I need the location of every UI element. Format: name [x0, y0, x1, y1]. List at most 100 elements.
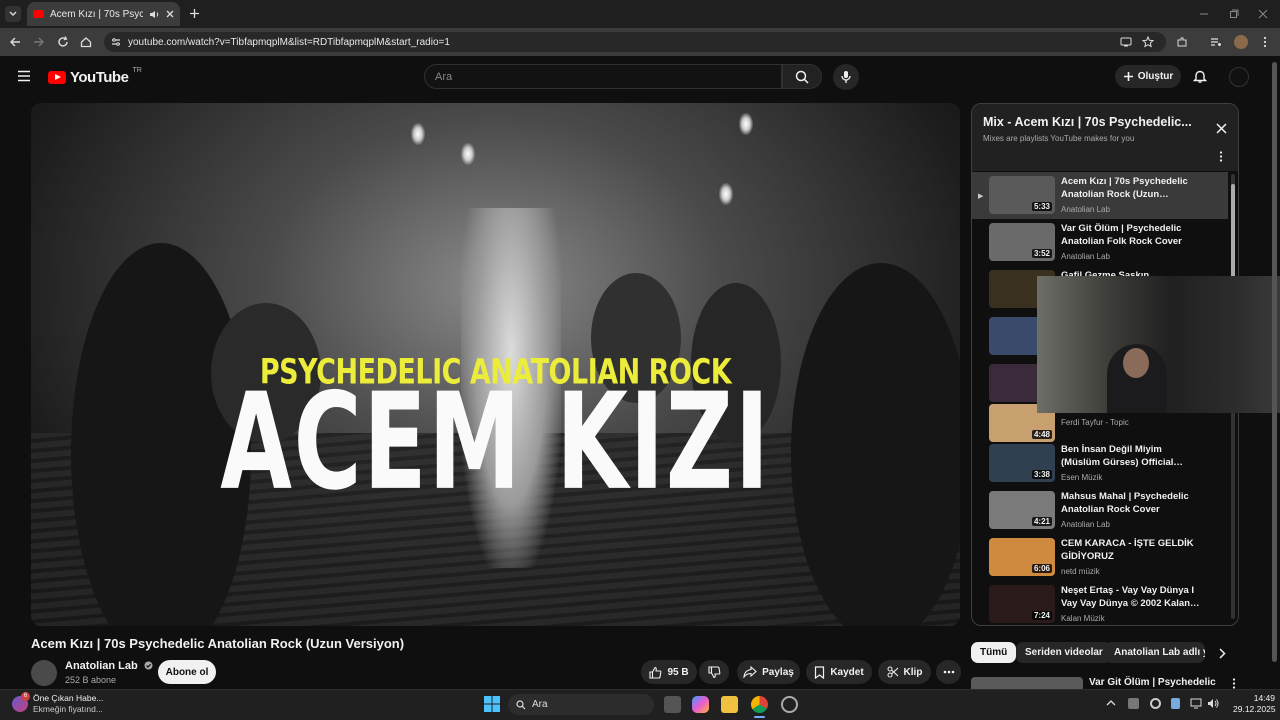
hamburger-menu-icon[interactable]	[17, 70, 31, 82]
cast-icon[interactable]	[1120, 36, 1132, 48]
task-view-icon[interactable]	[664, 696, 681, 713]
channel-name[interactable]: Anatolian Lab	[65, 660, 153, 672]
address-bar[interactable]: youtube.com/watch?v=TibfapmqplM&list=RDT…	[104, 32, 1166, 52]
forward-arrow-icon[interactable]	[33, 36, 45, 48]
extensions-icon[interactable]	[1176, 36, 1188, 48]
playlist-item-channel: Anatolian Lab	[1061, 205, 1110, 214]
news-badge: 6	[21, 692, 30, 701]
audio-playing-icon[interactable]	[149, 10, 160, 19]
below-thumbnail[interactable]	[971, 677, 1083, 689]
search-button[interactable]	[782, 64, 822, 89]
reload-icon[interactable]	[57, 36, 69, 48]
chip-uploader[interactable]: Anatolian Lab adlı yük	[1105, 642, 1205, 663]
taskbar-search[interactable]: Ara	[508, 694, 654, 715]
playlist-item[interactable]: 6:06 CEM KARACA - İŞTE GELDİK GİDİYORUZ …	[972, 534, 1228, 581]
playlist-menu-icon[interactable]	[1219, 151, 1223, 162]
network-icon[interactable]	[1190, 698, 1202, 709]
plus-icon	[1123, 72, 1133, 81]
channel-avatar[interactable]	[31, 660, 57, 686]
url-text: youtube.com/watch?v=TibfapmqplM&list=RDT…	[128, 36, 450, 48]
playlist-item[interactable]: 3:52 Var Git Ölüm | Psychedelic Anatolia…	[972, 219, 1228, 266]
duration-badge: 4:21	[1031, 517, 1052, 526]
youtube-logo[interactable]: YouTube TR	[48, 67, 142, 86]
below-item-title[interactable]: Var Git Ölüm | Psychedelic	[1089, 677, 1216, 688]
minimize-icon[interactable]	[1199, 9, 1209, 19]
dislike-button[interactable]	[699, 660, 729, 684]
youtube-favicon-icon	[33, 10, 44, 18]
page-scrollbar[interactable]	[1272, 62, 1277, 692]
news-widget[interactable]: Öne Çıkan Habe... Ekmeğin fiyatınd...	[33, 693, 103, 715]
more-actions-button[interactable]	[936, 660, 961, 684]
playlist-item[interactable]: 3:38 Ben İnsan Değil Miyim (Müslüm Gürse…	[972, 440, 1228, 487]
playlist-header: Mix - Acem Kızı | 70s Psychedelic... Mix…	[972, 104, 1238, 171]
video-lamp	[411, 123, 425, 145]
file-explorer-icon[interactable]	[721, 696, 738, 713]
video-lamp	[739, 113, 753, 135]
playlist-item-title: Var Git Ölüm | Psychedelic Anatolian Fol…	[1061, 223, 1182, 247]
duration-badge: 6:06	[1031, 564, 1052, 573]
tray-icon[interactable]	[1150, 698, 1161, 709]
duration-badge: 4:48	[1031, 430, 1052, 439]
tray-icon[interactable]	[1128, 698, 1139, 709]
tray-icon[interactable]	[1171, 698, 1180, 709]
clip-button[interactable]: Klip	[878, 660, 931, 684]
youtube-play-logo-icon	[48, 71, 66, 84]
site-settings-icon[interactable]	[111, 37, 121, 47]
clock-time: 14:49	[1253, 693, 1275, 703]
notifications-bell-icon[interactable]	[1193, 69, 1207, 84]
user-avatar[interactable]	[1229, 67, 1249, 87]
video-player[interactable]: PSYCHEDELIC ANATOLIAN ROCK ACEM KIZI	[31, 103, 960, 626]
windows-start-icon[interactable]	[484, 696, 500, 712]
browser-profile-avatar[interactable]	[1234, 35, 1248, 49]
webcam-face	[1123, 348, 1149, 378]
share-arrow-icon	[743, 666, 757, 678]
page-scrollbar-thumb[interactable]	[1272, 62, 1277, 662]
subscriber-count: 252 B abone	[65, 675, 117, 685]
create-label: Oluştur	[1137, 71, 1174, 82]
copilot-icon[interactable]	[692, 696, 709, 713]
playlist-item[interactable]: 4:21 Mahsus Mahal | Psychedelic Anatolia…	[972, 487, 1228, 534]
like-button[interactable]: 95 B	[641, 660, 697, 684]
subscribe-button[interactable]: Abone ol	[158, 660, 216, 684]
browser-tab-active[interactable]: Acem Kızı | 70s Psychedelic	[27, 2, 180, 26]
chevron-right-icon[interactable]	[1218, 648, 1226, 659]
below-item-menu-icon[interactable]	[1232, 678, 1236, 689]
playlist-title[interactable]: Mix - Acem Kızı | 70s Psychedelic...	[983, 115, 1192, 129]
close-icon[interactable]	[1216, 123, 1227, 134]
chip-series[interactable]: Seriden videolar	[1016, 642, 1112, 663]
save-button[interactable]: Kaydet	[806, 660, 872, 684]
tab-close-icon[interactable]	[166, 10, 174, 18]
chrome-icon[interactable]	[751, 696, 768, 713]
back-arrow-icon[interactable]	[9, 36, 21, 48]
volume-icon[interactable]	[1207, 698, 1220, 709]
app-icon[interactable]	[781, 696, 798, 713]
new-tab-icon[interactable]	[189, 8, 200, 19]
news-subtitle: Ekmeğin fiyatınd...	[33, 704, 103, 714]
share-button[interactable]: Paylaş	[737, 660, 800, 684]
tab-search-button[interactable]	[5, 6, 21, 22]
playlist-item[interactable]: ▶ 5:33 Acem Kızı | 70s Psychedelic Anato…	[972, 172, 1228, 219]
create-button[interactable]: Oluştur	[1115, 65, 1181, 88]
clock-date: 29.12.2025	[1233, 704, 1276, 714]
search-input[interactable]: Ara	[424, 64, 782, 89]
chevron-down-icon	[9, 11, 17, 16]
webcam-overlay	[1037, 276, 1280, 413]
active-app-indicator	[754, 716, 765, 718]
chevron-up-icon[interactable]	[1106, 699, 1116, 707]
home-icon[interactable]	[80, 36, 92, 48]
voice-search-button[interactable]	[833, 64, 859, 90]
playlist-item[interactable]: 7:24 Neşet Ertaş - Vay Vay Dünya I Vay V…	[972, 581, 1228, 625]
taskbar-search-icon	[516, 699, 526, 709]
playlist-thumbnail: 4:21	[989, 491, 1055, 529]
playlist-thumbnail: 5:33	[989, 176, 1055, 214]
bookmark-star-icon[interactable]	[1142, 36, 1154, 48]
media-controls-icon[interactable]	[1210, 36, 1222, 48]
browser-menu-icon[interactable]	[1262, 36, 1268, 48]
window-close-icon[interactable]	[1258, 9, 1268, 19]
save-label: Kaydet	[830, 666, 864, 678]
restore-icon[interactable]	[1229, 9, 1239, 19]
like-count: 95 B	[667, 666, 689, 678]
system-clock[interactable]: 14:49 29.12.2025	[1233, 693, 1276, 715]
chip-all[interactable]: Tümü	[971, 642, 1017, 663]
clip-label: Klip	[903, 666, 923, 678]
